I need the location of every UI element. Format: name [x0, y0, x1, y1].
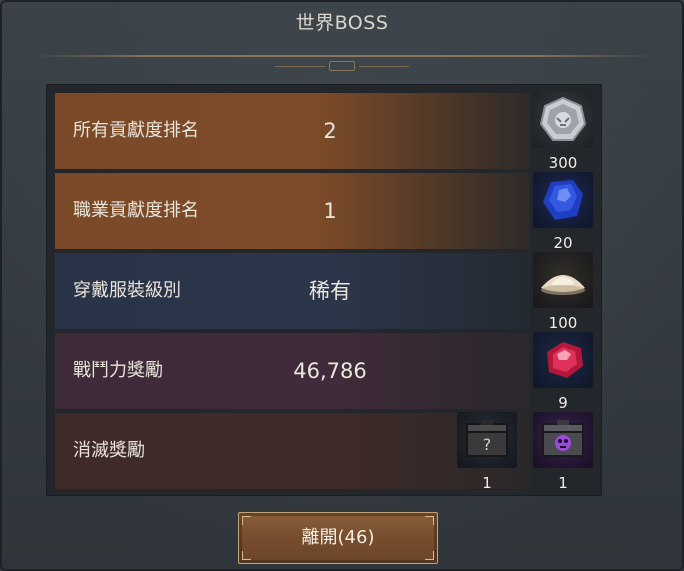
combat-power-reward-row: 戰鬥力獎勵 46,786	[55, 333, 530, 409]
row-label: 戰鬥力獎勵	[73, 360, 163, 381]
blue-gem-icon[interactable]	[533, 172, 593, 228]
row-value: 1	[323, 199, 337, 223]
total-contribution-rank-row: 所有貢獻度排名 2	[55, 93, 530, 169]
row-label: 所有貢獻度排名	[73, 120, 199, 141]
dialog-title: 世界BOSS	[295, 12, 389, 34]
leave-button-label: 離開(46)	[301, 527, 375, 548]
row-label: 消滅獎勵	[73, 440, 145, 461]
svg-text:?: ?	[483, 435, 492, 454]
title-divider	[30, 55, 654, 57]
reward-count: 100	[548, 314, 578, 332]
reward-count: 1	[558, 474, 568, 492]
powder-pile-icon[interactable]	[533, 252, 593, 308]
reward-count: 300	[548, 154, 578, 172]
reward-count: 20	[553, 234, 573, 252]
costume-grade-row: 穿戴服裝級別 稀有	[55, 253, 530, 329]
red-gem-icon[interactable]	[533, 332, 593, 388]
row-label: 穿戴服裝級別	[73, 280, 181, 301]
class-contribution-rank-row: 職業貢獻度排名 1	[55, 173, 530, 249]
silver-tiger-medal-icon[interactable]	[533, 92, 593, 148]
ornament-divider	[260, 61, 424, 71]
row-value: 2	[323, 119, 337, 143]
reward-count: 9	[558, 394, 568, 412]
row-value: 稀有	[309, 279, 351, 303]
leave-button[interactable]: 離開(46)	[238, 512, 438, 564]
row-value: 46,786	[293, 359, 367, 383]
purple-skull-chest-icon[interactable]	[533, 412, 593, 468]
row-label: 職業貢獻度排名	[73, 200, 199, 221]
mystery-chest-icon[interactable]: ?	[457, 412, 517, 468]
reward-count: 1	[482, 474, 492, 492]
